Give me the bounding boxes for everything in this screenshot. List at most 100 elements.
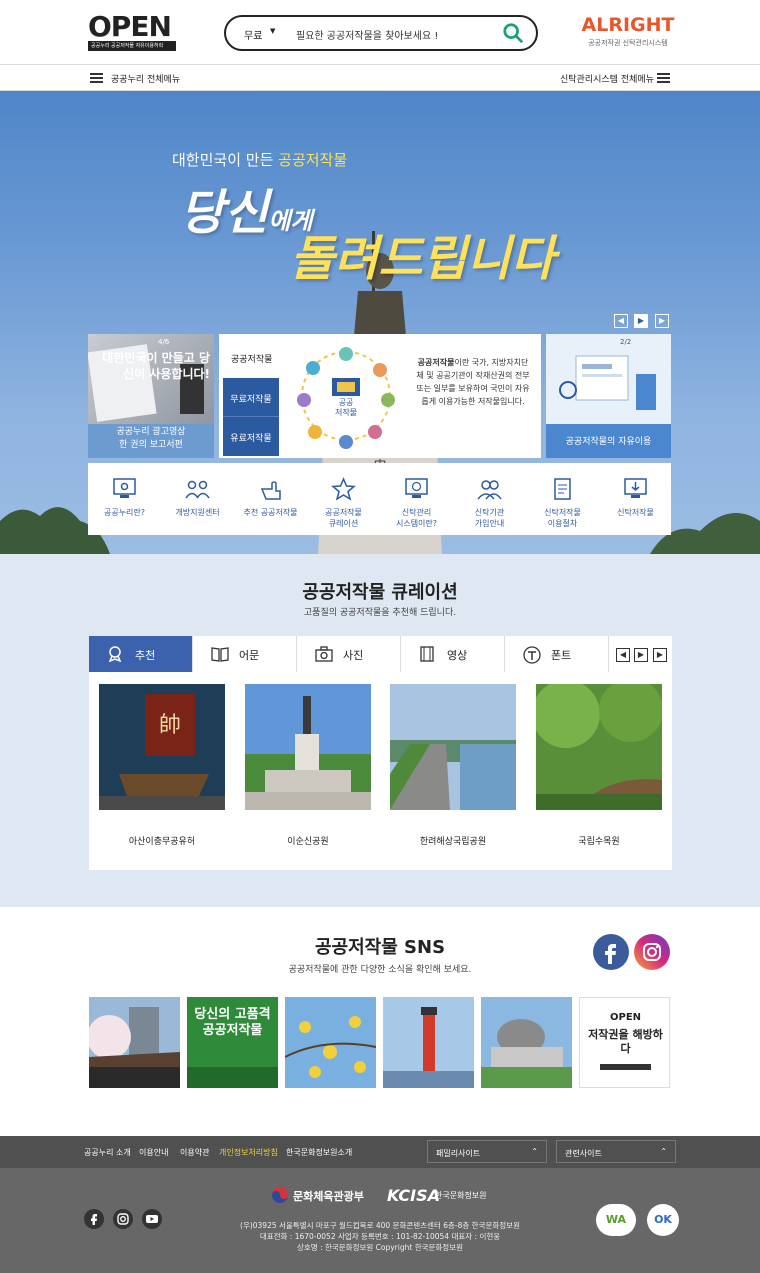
- open-logo[interactable]: OPEN 공공누리 공공저작물 자유이용허락: [88, 12, 178, 52]
- footer-link[interactable]: 이용약관: [180, 1147, 209, 1158]
- museum-building-photo: [481, 997, 572, 1088]
- curation-label: 이순신공원: [287, 837, 329, 847]
- paid-works-button[interactable]: 유료저작물: [223, 417, 279, 456]
- tab-literature[interactable]: 어문: [193, 636, 297, 672]
- family-site-select[interactable]: 패밀리사이트 ⌃: [427, 1140, 547, 1163]
- curation-item[interactable]: 국립수목원: [536, 684, 662, 847]
- sns-thumbnail[interactable]: OPEN 저작권을 해방하다: [579, 997, 670, 1088]
- footer-link[interactable]: 공공누리 소개: [84, 1147, 131, 1158]
- taeguk-icon: [272, 1187, 288, 1203]
- tab-recommend[interactable]: 추천: [89, 636, 193, 672]
- next-arrow-icon[interactable]: ▶: [655, 314, 669, 328]
- curation-label: 아산이충무공유허: [128, 837, 196, 847]
- hero-headline-2: 돌려드립니다: [290, 231, 555, 287]
- curation-thumbnail: [390, 684, 516, 810]
- play-icon[interactable]: ▶: [634, 314, 648, 328]
- curation-item[interactable]: 帥 아산이충무공유허: [99, 684, 225, 847]
- play-icon[interactable]: ▶: [634, 648, 648, 662]
- sns-thumbnail[interactable]: [481, 997, 572, 1088]
- medal-icon: [108, 646, 122, 662]
- alright-subtitle: 공공저작권 신탁관리시스템: [588, 39, 668, 47]
- quick-menu-item[interactable]: 추천 공공저작물: [234, 463, 307, 535]
- tab-video[interactable]: 영상: [401, 636, 505, 672]
- hamburger-icon[interactable]: [90, 73, 103, 83]
- document-icon: [554, 478, 571, 500]
- free-use-illustration: [559, 355, 656, 410]
- sns-section: 공공저작물 SNS 공공저작물에 관한 다양한 소식을 확인해 보세요. 당신의…: [0, 907, 760, 1136]
- kcisa-mark: KCISA: [387, 1186, 440, 1205]
- alright-logo[interactable]: ALRIGHT 공공저작권 신탁관리시스템: [578, 14, 678, 54]
- font-icon: [523, 646, 541, 664]
- hamburger-icon[interactable]: [657, 73, 670, 83]
- prev-arrow-icon[interactable]: ◀: [614, 314, 628, 328]
- nuri-all-menu[interactable]: 공공누리 전체메뉴: [111, 72, 180, 85]
- quick-menu-item[interactable]: 개방지원센터: [161, 463, 234, 535]
- tab-label: 폰트: [551, 649, 572, 662]
- intro-title: 공공저작물: [231, 355, 273, 365]
- quick-menu-label: 공공저작물 큐레이션: [325, 508, 362, 528]
- ok-label: OK: [654, 1213, 672, 1226]
- prev-arrow-icon[interactable]: ◀: [616, 648, 630, 662]
- family-site-label: 패밀리사이트: [436, 1149, 481, 1158]
- curation-item[interactable]: 한려해상국립공원: [390, 684, 516, 847]
- quick-menu-item[interactable]: 신탁저작물: [599, 463, 672, 535]
- free-works-button[interactable]: 무료저작물: [223, 378, 279, 417]
- copyright-monitor-icon: [405, 478, 428, 498]
- next-arrow-icon[interactable]: ▶: [653, 648, 667, 662]
- curation-panel: 帥 아산이충무공유허 이순신공원 한려해상국립공원 국립수목원: [89, 672, 672, 870]
- free-paid-buttons: 무료저작물 유료저작물: [223, 378, 279, 456]
- free-use-card[interactable]: 2/2 공공저작물의 자유이용: [546, 334, 671, 458]
- quick-menu: 공공누리란? 개방지원센터 추천 공공저작물 공공저작물 큐레이션 신탁관리 시…: [88, 463, 671, 535]
- kcisa-logo[interactable]: KCISA 한국문화정보원: [387, 1182, 497, 1206]
- instagram-icon[interactable]: [634, 934, 670, 970]
- footer-address: (우)03925 서울특별시 마포구 월드컵북로 400 문화콘텐츠센터 6층-…: [240, 1221, 520, 1230]
- site-footer: 문화체육관광부 KCISA 한국문화정보원 (우)03925 서울특별시 마포구…: [0, 1168, 760, 1273]
- quick-menu-item[interactable]: 신탁기관 가입안내: [453, 463, 526, 535]
- coastal-road-photo: [390, 684, 516, 810]
- sns-thumbnail[interactable]: 당신의 고품격 공공저작물: [187, 997, 278, 1088]
- curation-thumbnail: 帥: [99, 684, 225, 810]
- sns-thumbnail[interactable]: [285, 997, 376, 1088]
- curation-subtitle: 고품질의 공공저작물을 추천해 드립니다.: [303, 608, 457, 618]
- search-input[interactable]: 필요한 공공저작물을 찾아보세요 !: [296, 27, 438, 42]
- group-icon: [477, 480, 502, 500]
- related-site-select[interactable]: 관련사이트 ⌃: [556, 1140, 676, 1163]
- quick-menu-item[interactable]: 공공누리란?: [88, 463, 161, 535]
- lighthouse-photo: [383, 997, 474, 1088]
- people-circle-illustration: [297, 347, 395, 449]
- curation-label: 한려해상국립공원: [419, 837, 487, 847]
- ministry-name: 문화체육관광부: [293, 1190, 364, 1203]
- footer-link[interactable]: 한국문화정보원소개: [286, 1147, 352, 1158]
- ad-pagination: 4/6: [158, 338, 170, 346]
- intro-center-label: 공공 저작물: [334, 398, 358, 417]
- people-icon: [185, 480, 210, 499]
- footer-info: (우)03925 서울특별시 마포구 월드컵북로 400 문화콘텐츠센터 6층-…: [0, 1220, 760, 1253]
- monument-photo: [245, 684, 371, 810]
- free-use-caption: 공공저작물의 자유이용: [565, 437, 652, 447]
- quick-menu-item[interactable]: 공공저작물 큐레이션: [307, 463, 380, 535]
- public-works-intro-card: 공공저작물 무료저작물 유료저작물 공공 저작물 공공저작물이란 국가, 지방자…: [219, 334, 541, 458]
- star-icon: [331, 477, 356, 501]
- ministry-logo[interactable]: 문화체육관광부: [271, 1185, 371, 1205]
- sns-thumbnail[interactable]: [383, 997, 474, 1088]
- promo-card-ad[interactable]: 대한민국이 만들고 당신이 사용합니다! 4/6 공공누리 광고영상 한 권의 …: [88, 334, 214, 458]
- ad-overlay-text: 대한민국이 만들고 당신이 사용합니다!: [102, 351, 210, 381]
- trust-all-menu[interactable]: 신탁관리시스템 전체메뉴: [560, 72, 654, 85]
- footer-link-privacy[interactable]: 개인정보처리방침: [219, 1147, 278, 1158]
- tab-font[interactable]: 폰트: [505, 636, 609, 672]
- quick-menu-item[interactable]: 신탁관리 시스템이란?: [380, 463, 453, 535]
- footer-link[interactable]: 이용안내: [139, 1147, 168, 1158]
- search-category-select[interactable]: 무료: [244, 27, 262, 42]
- quick-menu-label: 신탁저작물 이용절차: [544, 508, 581, 528]
- sns-thumbnail[interactable]: [89, 997, 180, 1088]
- free-use-pagination: 2/2: [620, 338, 632, 346]
- caret-down-icon[interactable]: ▼: [270, 27, 275, 35]
- search-icon[interactable]: [502, 22, 524, 44]
- quick-menu-item[interactable]: 신탁저작물 이용절차: [526, 463, 599, 535]
- facebook-icon[interactable]: [593, 934, 629, 970]
- chevron-up-icon: ⌃: [660, 1147, 667, 1156]
- curation-thumbnail: [536, 684, 662, 810]
- tab-photo[interactable]: 사진: [297, 636, 401, 672]
- curation-item[interactable]: 이순신공원: [245, 684, 371, 847]
- ok-certification-badge: OK: [647, 1204, 679, 1236]
